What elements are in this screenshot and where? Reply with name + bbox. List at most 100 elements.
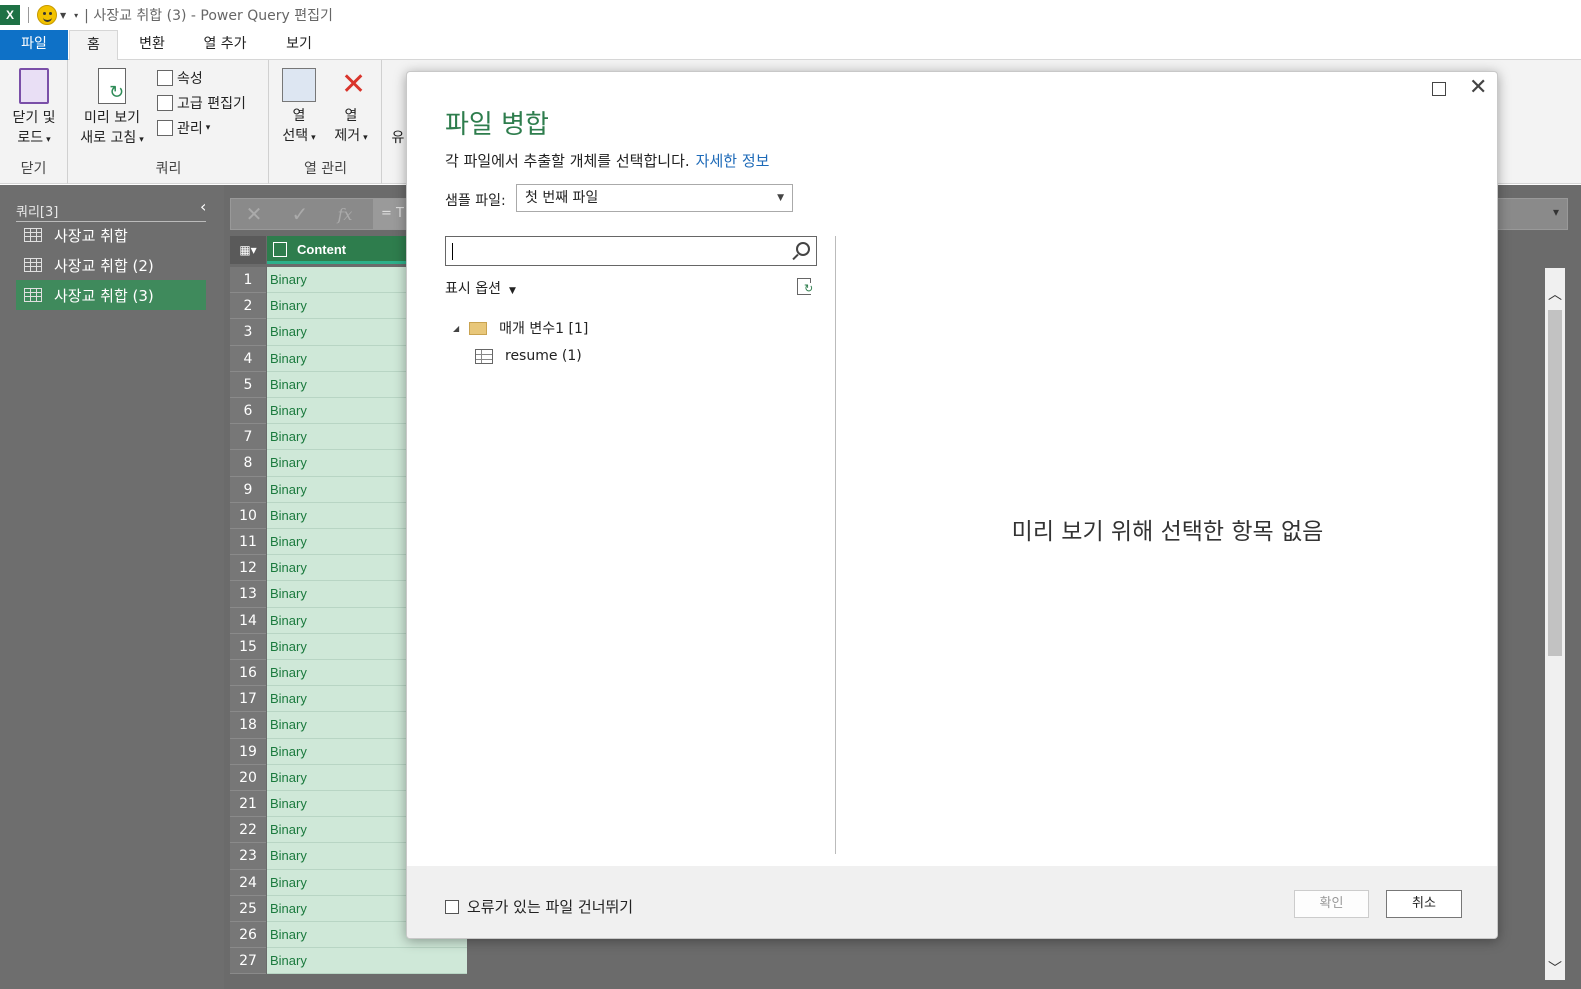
remove-columns-label-2: 제거 ▾	[334, 128, 368, 144]
table-menu-icon[interactable]: ▦▾	[230, 236, 266, 264]
row-number[interactable]: 3	[230, 319, 266, 346]
sample-file-value: 첫 번째 파일	[525, 190, 599, 206]
row-number[interactable]: 25	[230, 895, 266, 922]
refresh-preview-button[interactable]: ↻ 미리 보기 새로 고침 ▾	[73, 68, 151, 150]
ok-button[interactable]: 확인	[1294, 890, 1369, 918]
display-options-dropdown[interactable]: 표시 옵션 ▼	[445, 278, 516, 298]
skip-errors-checkbox[interactable]: 오류가 있는 파일 건너뛰기	[445, 896, 633, 917]
row-number[interactable]: 21	[230, 791, 266, 818]
text-cursor	[452, 243, 453, 260]
quick-access-caret-icon[interactable]: ▾	[74, 11, 78, 20]
table-icon	[24, 258, 42, 272]
manage-button[interactable]: 관리 ▾	[157, 118, 210, 138]
row-number[interactable]: 18	[230, 712, 266, 739]
queries-header: 쿼리[3]	[16, 201, 206, 222]
row-number[interactable]: 24	[230, 869, 266, 896]
row-number[interactable]: 19	[230, 738, 266, 765]
close-load-label-1: 닫기 및	[12, 110, 56, 126]
ribbon-partial-button[interactable]: 유	[388, 128, 408, 148]
title-bar: X ▼ ▾ | 사장교 취합 (3) - Power Query 편집기	[0, 0, 1581, 30]
row-number[interactable]: 13	[230, 581, 266, 608]
manage-label: 관리	[177, 121, 203, 137]
collapse-triangle-icon[interactable]: ◢	[453, 324, 459, 333]
query-item-selected[interactable]: 사장교 취합 (3)	[16, 280, 206, 310]
row-number[interactable]: 22	[230, 817, 266, 844]
maximize-icon[interactable]	[1432, 82, 1446, 96]
checkbox-box[interactable]	[445, 899, 459, 914]
learn-more-link[interactable]: 자세한 정보	[696, 152, 770, 170]
row-number[interactable]: 4	[230, 345, 266, 372]
close-icon[interactable]: ✕	[1469, 76, 1487, 100]
row-number[interactable]: 27	[230, 948, 266, 975]
tab-add-column[interactable]: 열 추가	[190, 30, 260, 60]
group-label-query: 쿼리	[155, 161, 182, 177]
search-input[interactable]	[445, 236, 817, 266]
remove-columns-button[interactable]: ✕ 열 제거 ▾	[326, 68, 376, 148]
cancel-formula-icon[interactable]: ✕	[246, 202, 263, 226]
choose-columns-button[interactable]: 열 선택 ▾	[274, 68, 324, 148]
row-number[interactable]: 5	[230, 371, 266, 398]
ribbon-tabs: 파일 홈 변환 열 추가 보기	[0, 30, 1581, 61]
close-load-label-2: 로드 ▾	[17, 130, 51, 146]
formula-expand-icon[interactable]: ▾	[1553, 205, 1559, 219]
cancel-button[interactable]: 취소	[1386, 890, 1462, 918]
row-number[interactable]: 11	[230, 529, 266, 556]
refresh-file-icon[interactable]	[797, 278, 814, 295]
tree-leaf-item[interactable]: resume (1)	[475, 348, 582, 364]
sample-file-label: 샘플 파일:	[445, 193, 506, 209]
manage-table-icon	[157, 120, 173, 136]
query-item[interactable]: 사장교 취합	[16, 220, 206, 250]
row-number[interactable]: 7	[230, 424, 266, 451]
row-number[interactable]: 17	[230, 686, 266, 713]
sample-file-select[interactable]: 첫 번째 파일 ▼	[516, 184, 793, 212]
fx-icon[interactable]: fx	[337, 205, 352, 224]
row-number[interactable]: 9	[230, 476, 266, 503]
row-number[interactable]: 23	[230, 843, 266, 870]
row-number[interactable]: 26	[230, 922, 266, 949]
folder-icon	[469, 321, 488, 335]
table-row[interactable]: 27 Binary	[230, 948, 467, 975]
search-icon[interactable]	[796, 242, 810, 256]
binary-cell[interactable]: Binary	[267, 948, 467, 975]
remove-columns-icon: ✕	[341, 67, 367, 102]
vertical-scrollbar[interactable]: ︿ ﹀	[1545, 268, 1565, 980]
tab-transform[interactable]: 변환	[126, 30, 178, 60]
collapse-chevron-icon[interactable]: ‹	[200, 197, 206, 216]
row-number[interactable]: 16	[230, 660, 266, 687]
advanced-editor-button[interactable]: 고급 편집기	[157, 93, 246, 113]
tab-view[interactable]: 보기	[274, 30, 324, 60]
query-item-label: 사장교 취합 (2)	[54, 256, 154, 275]
row-number[interactable]: 2	[230, 293, 266, 320]
ribbon-group-query: ↻ 미리 보기 새로 고침 ▾ 속성 고급 편집기 관리 ▾ 쿼리	[69, 60, 269, 184]
row-number[interactable]: 12	[230, 555, 266, 582]
row-number[interactable]: 15	[230, 633, 266, 660]
scroll-up-icon[interactable]: ︿	[1548, 284, 1562, 304]
row-number[interactable]: 8	[230, 450, 266, 477]
dialog-subtitle: 각 파일에서 추출할 개체를 선택합니다. 자세한 정보	[445, 150, 769, 171]
query-item[interactable]: 사장교 취합 (2)	[16, 250, 206, 280]
group-label-close: 닫기	[20, 161, 47, 177]
close-load-icon	[19, 68, 49, 104]
dialog-title: 파일 병합	[445, 110, 549, 140]
row-number[interactable]: 1	[230, 267, 266, 294]
tab-home[interactable]: 홈	[69, 30, 118, 61]
close-load-button[interactable]: 닫기 및 로드 ▾	[4, 68, 64, 150]
tab-file[interactable]: 파일	[0, 30, 68, 60]
confirm-formula-icon[interactable]: ✓	[292, 202, 309, 226]
formula-buttons: ✕ ✓ fx	[231, 199, 367, 229]
scroll-down-icon[interactable]: ﹀	[1548, 958, 1562, 978]
properties-button[interactable]: 속성	[157, 68, 203, 88]
tree-folder-item[interactable]: ◢ 매개 변수1 [1]	[453, 318, 588, 338]
row-number[interactable]: 10	[230, 502, 266, 529]
group-label-columns: 열 관리	[303, 161, 348, 177]
column-header-label: Content	[297, 242, 347, 257]
row-number[interactable]: 20	[230, 764, 266, 791]
scroll-thumb[interactable]	[1548, 310, 1562, 656]
binary-type-icon	[273, 242, 287, 257]
advanced-editor-icon	[157, 95, 173, 111]
smiley-feedback-icon[interactable]	[37, 5, 57, 25]
row-number[interactable]: 6	[230, 398, 266, 425]
feedback-caret-icon[interactable]: ▼	[60, 11, 66, 20]
row-number[interactable]: 14	[230, 607, 266, 634]
table-icon	[24, 288, 42, 302]
